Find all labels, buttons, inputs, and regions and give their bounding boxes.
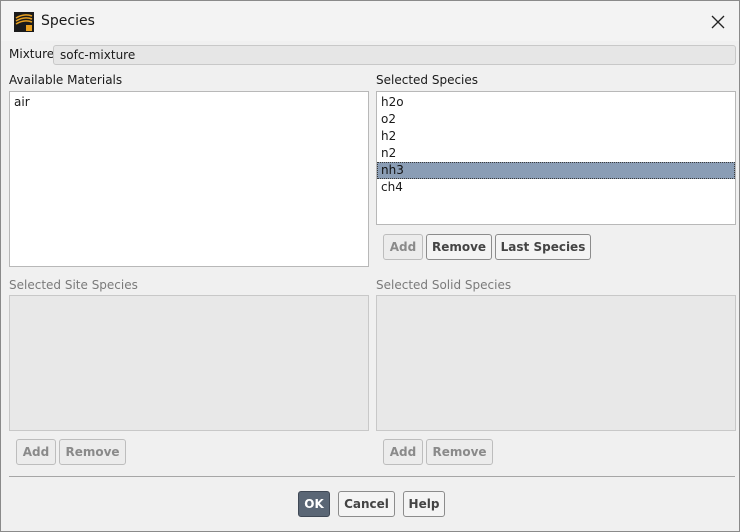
list-item[interactable]: o2 [377,111,735,128]
site-species-list [9,295,369,431]
site-add-button[interactable]: Add [16,439,56,465]
close-button[interactable] [701,9,735,35]
close-icon [711,15,725,29]
species-remove-button[interactable]: Remove [426,234,492,260]
cancel-button[interactable]: Cancel [338,491,395,517]
solid-add-button[interactable]: Add [383,439,423,465]
title-bar: Species [1,1,739,41]
last-species-button[interactable]: Last Species [495,234,591,260]
available-materials-label: Available Materials [9,73,123,87]
mixture-label: Mixture [9,47,55,61]
footer-separator [9,476,735,477]
mixture-field: sofc-mixture [53,45,736,65]
site-species-label: Selected Site Species [9,278,138,292]
selected-species-list[interactable]: h2o o2 h2 n2 nh3 ch4 [376,91,736,225]
solid-species-label: Selected Solid Species [376,278,512,292]
list-item[interactable]: ch4 [377,179,735,196]
fluent-app-icon [14,12,34,32]
solid-species-list [376,295,736,431]
ok-button[interactable]: OK [298,491,330,517]
selected-species-label: Selected Species [376,73,479,87]
list-item[interactable]: h2o [377,94,735,111]
list-item[interactable]: h2 [377,128,735,145]
list-item[interactable]: n2 [377,145,735,162]
site-remove-button[interactable]: Remove [59,439,126,465]
solid-remove-button[interactable]: Remove [426,439,493,465]
available-materials-list[interactable]: air [9,91,369,267]
window-title: Species [41,13,95,29]
species-dialog: Species Mixture sofc-mixture Available M… [0,0,740,532]
list-item-selected[interactable]: nh3 [377,162,735,179]
list-item[interactable]: air [10,94,368,111]
species-add-button[interactable]: Add [383,234,423,260]
help-button[interactable]: Help [403,491,445,517]
